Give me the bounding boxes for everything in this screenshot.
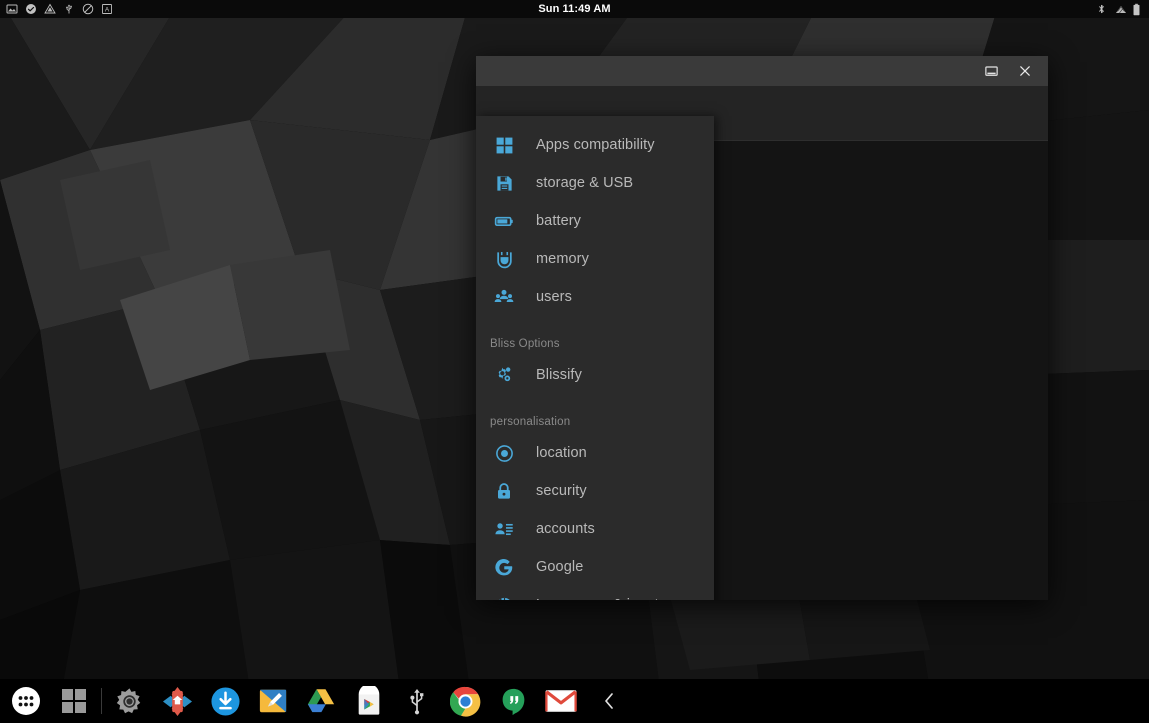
drawer-top-spacer bbox=[476, 116, 714, 126]
blissify-icon bbox=[490, 363, 518, 387]
play-store-app[interactable] bbox=[345, 679, 393, 723]
usb-icon bbox=[63, 3, 75, 15]
gear-icon bbox=[114, 686, 145, 717]
taskbar-divider bbox=[101, 688, 102, 714]
nav-label: Google bbox=[536, 559, 583, 575]
language-globe-icon bbox=[490, 593, 518, 600]
restore-window-icon bbox=[984, 64, 999, 79]
screenshot-icon bbox=[6, 3, 18, 15]
nav-battery[interactable]: battery bbox=[476, 202, 714, 240]
accounts-icon bbox=[490, 517, 518, 541]
grid-windows-icon bbox=[61, 688, 87, 714]
wifi-icon bbox=[1114, 3, 1126, 15]
close-icon bbox=[1018, 64, 1032, 78]
nav-blissify[interactable]: Blissify bbox=[476, 356, 714, 394]
google-g-icon bbox=[490, 555, 518, 579]
drawer-spacer-2 bbox=[476, 394, 714, 404]
nav-label: storage & USB bbox=[536, 175, 633, 191]
users-icon bbox=[490, 285, 518, 309]
app-drawer-button[interactable] bbox=[2, 679, 50, 723]
settings-app[interactable] bbox=[105, 679, 153, 723]
nav-label: Languages & input bbox=[536, 597, 659, 600]
nav-label: Apps compatibility bbox=[536, 137, 655, 153]
nav-location[interactable]: location bbox=[476, 434, 714, 472]
battery-icon bbox=[1132, 3, 1144, 15]
status-bar-right-icons bbox=[1096, 0, 1144, 18]
battery-icon bbox=[490, 209, 518, 233]
usb-app[interactable] bbox=[393, 679, 441, 723]
nav-security[interactable]: security bbox=[476, 472, 714, 510]
svg-text:A: A bbox=[105, 7, 110, 14]
clean-master-icon bbox=[258, 686, 288, 716]
nav-storage-usb[interactable]: storage & USB bbox=[476, 164, 714, 202]
nav-header-personalisation: personalisation bbox=[476, 404, 714, 434]
app-drawer-icon bbox=[11, 686, 41, 716]
downloads-app[interactable] bbox=[201, 679, 249, 723]
chrome-icon bbox=[450, 686, 481, 717]
google-drive-icon bbox=[306, 686, 336, 716]
nav-users[interactable]: users bbox=[476, 278, 714, 316]
memory-icon bbox=[490, 247, 518, 271]
settings-window[interactable]: Settings Apps compatibility storage & US… bbox=[476, 56, 1048, 600]
do-not-disturb-icon bbox=[82, 3, 94, 15]
drawer-spacer-1 bbox=[476, 316, 714, 326]
status-bar: A Sun 11:49 AM bbox=[0, 0, 1149, 18]
recents-button[interactable] bbox=[50, 679, 98, 723]
nav-apps-compatibility[interactable]: Apps compatibility bbox=[476, 126, 714, 164]
status-bar-clock-wrap: Sun 11:49 AM bbox=[0, 0, 1149, 18]
file-manager-app[interactable] bbox=[249, 679, 297, 723]
chevron-left-icon bbox=[601, 691, 617, 711]
nav-label: users bbox=[536, 289, 572, 305]
usb-icon bbox=[404, 687, 430, 715]
nav-label: memory bbox=[536, 251, 589, 267]
window-title-bar[interactable] bbox=[476, 56, 1048, 86]
nav-label: battery bbox=[536, 213, 581, 229]
hangouts-icon bbox=[499, 687, 528, 716]
nav-label: security bbox=[536, 483, 587, 499]
chrome-app[interactable] bbox=[441, 679, 489, 723]
security-lock-icon bbox=[490, 479, 518, 503]
drive-app[interactable] bbox=[297, 679, 345, 723]
back-button[interactable] bbox=[585, 679, 633, 723]
nav-header-bliss-options: Bliss Options bbox=[476, 326, 714, 356]
navigation-drawer[interactable]: Apps compatibility storage & USB battery… bbox=[476, 116, 714, 600]
apps-grid-icon bbox=[490, 133, 518, 157]
bluetooth-icon bbox=[1096, 3, 1108, 15]
nav-languages-input[interactable]: Languages & input bbox=[476, 586, 714, 600]
nav-memory[interactable]: memory bbox=[476, 240, 714, 278]
app-notification-icon: A bbox=[101, 3, 113, 15]
drive-icon bbox=[44, 3, 56, 15]
play-store-icon bbox=[354, 686, 384, 716]
close-window-button[interactable] bbox=[1008, 56, 1042, 86]
taskbar[interactable] bbox=[0, 679, 1149, 723]
nav-accounts[interactable]: accounts bbox=[476, 510, 714, 548]
restore-window-button[interactable] bbox=[974, 56, 1008, 86]
storage-icon bbox=[490, 171, 518, 195]
clock: Sun 11:49 AM bbox=[538, 3, 610, 15]
gmail-icon bbox=[545, 688, 577, 714]
bliss-home-icon bbox=[162, 686, 193, 717]
nav-google[interactable]: Google bbox=[476, 548, 714, 586]
nav-label: location bbox=[536, 445, 587, 461]
check-circle-icon bbox=[25, 3, 37, 15]
download-icon bbox=[210, 686, 241, 717]
nav-label: Blissify bbox=[536, 367, 582, 383]
location-icon bbox=[490, 441, 518, 465]
nav-label: accounts bbox=[536, 521, 595, 537]
bliss-launcher-app[interactable] bbox=[153, 679, 201, 723]
gmail-app[interactable] bbox=[537, 679, 585, 723]
window-body: Settings Apps compatibility storage & US… bbox=[476, 86, 1048, 600]
hangouts-app[interactable] bbox=[489, 679, 537, 723]
status-bar-left-icons: A bbox=[0, 3, 113, 15]
